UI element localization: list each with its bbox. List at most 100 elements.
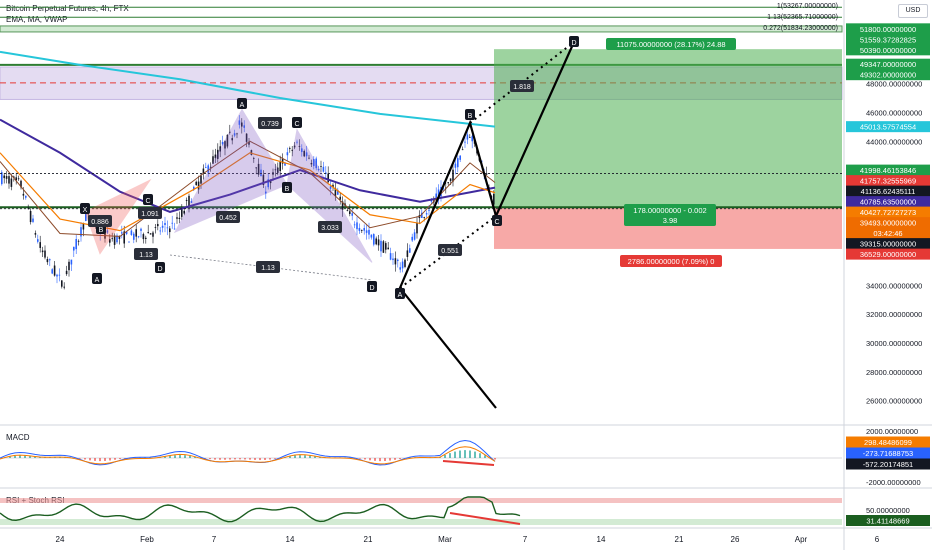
candle-body [327, 173, 329, 183]
x-tick-label: 26 [731, 535, 740, 544]
pattern-point-label: D [155, 262, 165, 273]
candle-body [46, 259, 49, 263]
candle-body [466, 134, 469, 140]
candle-body [53, 265, 56, 276]
ratio-label-text: 1.13 [261, 265, 275, 272]
candle-body [111, 238, 113, 240]
entry-label: 178.00000000 - 0.0023.98 [624, 204, 716, 226]
price-axis-label: 50390.00000000 [846, 44, 930, 56]
price-axis-label-text: 03:42:46 [873, 229, 902, 238]
rsi-overbought-band [0, 498, 842, 503]
pattern-point-text: C [494, 219, 499, 226]
entry-label-text: 178.00000000 - 0.002 [633, 206, 706, 215]
macd-axis-label: -572.20174851 [846, 458, 930, 470]
candle-body [401, 261, 404, 269]
chart-svg[interactable]: 1(53267.00000000) 1.13(52365.71000000) 0.2… [0, 0, 932, 550]
ratio-label: 0.739 [258, 117, 282, 129]
entry-label-text: 3.98 [663, 216, 678, 225]
price-axis-label-text: 41757.32555969 [860, 177, 916, 186]
candle-body [370, 234, 373, 238]
price-axis-label-text: 39493.00000000 [860, 219, 916, 228]
pattern-point-text: B [99, 227, 104, 234]
candle-body [51, 269, 53, 274]
macd-axis-label-text: -572.20174851 [863, 460, 913, 469]
candle-body [39, 242, 41, 248]
candle-body [65, 270, 68, 275]
candle-body [397, 259, 399, 262]
price-axis-label: 41136.62435111 [846, 185, 930, 197]
target-label: 11075.00000000 (28.17%) 24.88 [606, 38, 736, 50]
candle-body [399, 267, 401, 270]
candle-body [147, 232, 149, 234]
ratio-label-text: 3.033 [321, 225, 339, 232]
pattern-point-label: D [569, 36, 579, 47]
ratio-label-text: 1.13 [139, 252, 153, 259]
x-tick-label: Apr [795, 535, 808, 544]
ratio-label-text: 0.739 [261, 121, 279, 128]
price-axis-label: 49302.00000000 [846, 69, 930, 81]
candle-body [459, 155, 461, 160]
candle-body [279, 161, 281, 171]
pattern-point-label: B [465, 109, 475, 120]
candle-body [169, 228, 171, 233]
candle-body [41, 250, 44, 253]
pattern-point-text: D [369, 285, 374, 292]
pattern-point-text: D [157, 266, 162, 273]
macd-title: MACD [6, 433, 30, 442]
candle-body [469, 136, 471, 138]
pattern-point-text: B [468, 113, 473, 120]
candle-body [61, 280, 63, 287]
candle-body [413, 232, 416, 240]
macd-axis-label-text: 298.48486099 [864, 438, 912, 447]
candle-body [3, 175, 5, 179]
rsi-oversold-band [0, 519, 842, 525]
candle-body [464, 141, 466, 143]
candle-body [449, 178, 452, 182]
ratio-label-text: 0.551 [441, 248, 459, 255]
pattern-point-label: X [80, 203, 90, 214]
candle-body [8, 176, 10, 184]
x-tick-label: 7 [212, 535, 217, 544]
candle-body [322, 166, 325, 172]
price-axis-label: 40427.72727273 [846, 206, 930, 218]
ratio-label-text: 0.452 [219, 215, 237, 222]
candle-body [70, 259, 73, 265]
candle-body [34, 233, 37, 235]
price-axis-label-text: 41136.62435111 [861, 187, 916, 196]
candle-body [133, 233, 135, 240]
pattern-point-text: B [285, 186, 290, 193]
candle-body [77, 240, 80, 242]
ratio-label: 0.551 [438, 244, 462, 256]
candle-body [171, 222, 173, 224]
candle-body [346, 210, 349, 212]
x-tick-label: 6 [875, 535, 880, 544]
rsi-axis-label: 31.41148669 [846, 515, 930, 526]
candle-body [409, 248, 411, 253]
price-axis-label: 45013.57574554 [846, 121, 930, 133]
price-axis-label: 51800.00000000 [846, 23, 930, 35]
candle-body [389, 253, 392, 260]
price-axis-label-text: 49302.00000000 [860, 71, 916, 80]
price-axis-label-text: 39315.00000000 [860, 240, 916, 249]
pattern-point-text: C [294, 121, 299, 128]
candle-body [195, 181, 197, 186]
candle-body [363, 228, 365, 231]
candle-body [82, 223, 85, 230]
candle-body [454, 163, 457, 168]
signal-line [0, 446, 496, 465]
candle-body [377, 239, 380, 246]
candle-body [387, 247, 389, 250]
x-tick-label: 24 [56, 535, 65, 544]
pattern-point-label: A [395, 288, 405, 299]
ratio-label: 3.033 [318, 221, 342, 233]
macd-divergence-line [442, 460, 495, 466]
candle-body [161, 225, 164, 228]
price-axis-label-text: 41998.46153846 [860, 166, 916, 175]
candle-body [178, 217, 181, 220]
candle-body [29, 210, 32, 223]
y-tick-label: 32000.00000000 [866, 310, 922, 319]
candle-body [356, 222, 358, 230]
ratio-label: 1.13 [256, 261, 280, 273]
candle-body [435, 193, 437, 198]
candle-body [63, 286, 65, 288]
